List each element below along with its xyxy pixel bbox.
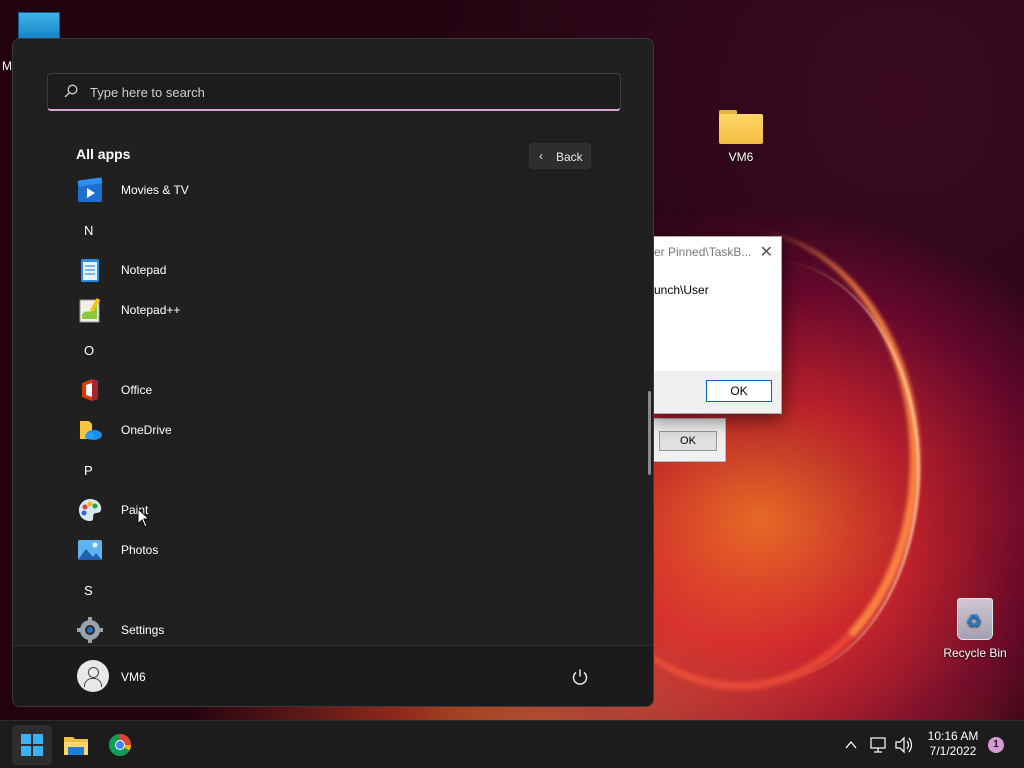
app-item-label: Movies & TV	[121, 183, 189, 197]
taskbar: 10:16 AM 7/1/2022 1	[0, 720, 1024, 768]
app-list-scrollbar[interactable]	[648, 391, 651, 475]
notification-badge[interactable]: 1	[988, 737, 1004, 753]
back-button[interactable]: ‹ Back	[529, 143, 591, 169]
app-item-label: Notepad	[121, 263, 167, 277]
section-letter-o[interactable]: O	[84, 343, 94, 358]
app-item-settings[interactable]: Settings	[77, 613, 617, 649]
desktop-shortcut-label: M	[2, 59, 12, 73]
search-input[interactable]: Type here to search	[47, 73, 621, 111]
windows-logo-icon	[21, 734, 43, 756]
background-dialog: OK	[650, 418, 726, 462]
background-dialog-ok-button[interactable]: OK	[659, 431, 717, 451]
user-avatar[interactable]	[77, 660, 109, 692]
close-icon[interactable]: ✕	[760, 242, 773, 262]
photos-icon	[78, 540, 102, 560]
app-item-office[interactable]: Office	[77, 373, 617, 409]
paint-icon	[79, 499, 102, 521]
start-menu-footer: VM6	[13, 645, 653, 706]
app-item-paint[interactable]: Paint	[77, 493, 617, 529]
power-icon[interactable]	[571, 668, 589, 686]
search-icon	[64, 84, 78, 98]
dialog-message: unch\User	[654, 283, 709, 297]
recycle-bin-label: Recycle Bin	[943, 646, 1007, 660]
desktop-folder-vm6[interactable]: VM6	[706, 110, 776, 164]
app-item-label: OneDrive	[121, 423, 172, 437]
back-button-label: Back	[556, 150, 583, 164]
clock-date: 7/1/2022	[929, 744, 977, 758]
app-item-photos[interactable]: Photos	[77, 533, 617, 569]
network-icon[interactable]	[869, 721, 889, 768]
notepad-icon	[81, 259, 99, 282]
movies-tv-icon	[77, 177, 103, 202]
app-item-movies-tv[interactable]: Movies & TV	[77, 173, 617, 209]
section-letter-p[interactable]: P	[84, 463, 93, 478]
user-name[interactable]: VM6	[121, 670, 146, 684]
file-explorer-icon	[64, 737, 88, 755]
office-icon	[82, 379, 98, 401]
app-item-label: Settings	[121, 623, 165, 637]
section-letter-s[interactable]: S	[84, 583, 93, 598]
app-item-notepad-plus-plus[interactable]: Notepad++	[77, 293, 617, 329]
app-item-label: Office	[121, 383, 153, 397]
tray-overflow-chevron-icon[interactable]	[843, 721, 859, 768]
chrome-icon	[109, 734, 131, 756]
desktop-recycle-bin[interactable]: ♻ Recycle Bin	[940, 598, 1010, 660]
chrome-button[interactable]	[100, 725, 140, 765]
desktop-shortcut-icon[interactable]	[18, 12, 60, 40]
recycle-bin-icon: ♻	[957, 598, 993, 640]
mouse-cursor-icon	[137, 508, 151, 528]
folder-icon	[719, 110, 763, 144]
onedrive-icon	[80, 421, 102, 440]
start-button[interactable]	[12, 725, 52, 765]
chevron-left-icon: ‹	[539, 149, 543, 163]
dialog-footer: OK	[651, 371, 781, 413]
file-explorer-button[interactable]	[56, 725, 96, 765]
notepad-plus-plus-icon	[79, 297, 101, 323]
search-placeholder: Type here to search	[90, 85, 205, 100]
all-apps-heading: All apps	[76, 146, 131, 162]
section-letter-n[interactable]: N	[84, 223, 93, 238]
dialog-title: er Pinned\TaskB...	[654, 245, 752, 259]
app-item-label: Photos	[121, 543, 159, 557]
clock-time: 10:16 AM	[927, 729, 979, 743]
dialog-ok-button[interactable]: OK	[706, 380, 772, 402]
volume-icon[interactable]	[893, 721, 915, 768]
start-menu: Type here to search All apps ‹ Back Movi…	[12, 38, 654, 707]
desktop-folder-label: VM6	[728, 150, 754, 164]
message-dialog: er Pinned\TaskB... ✕ unch\User OK	[650, 236, 782, 414]
app-item-onedrive[interactable]: OneDrive	[77, 413, 617, 449]
taskbar-clock[interactable]: 10:16 AM 7/1/2022	[924, 729, 982, 759]
app-item-label: Notepad++	[121, 303, 181, 317]
settings-icon	[77, 617, 103, 643]
app-item-notepad[interactable]: Notepad	[77, 253, 617, 289]
